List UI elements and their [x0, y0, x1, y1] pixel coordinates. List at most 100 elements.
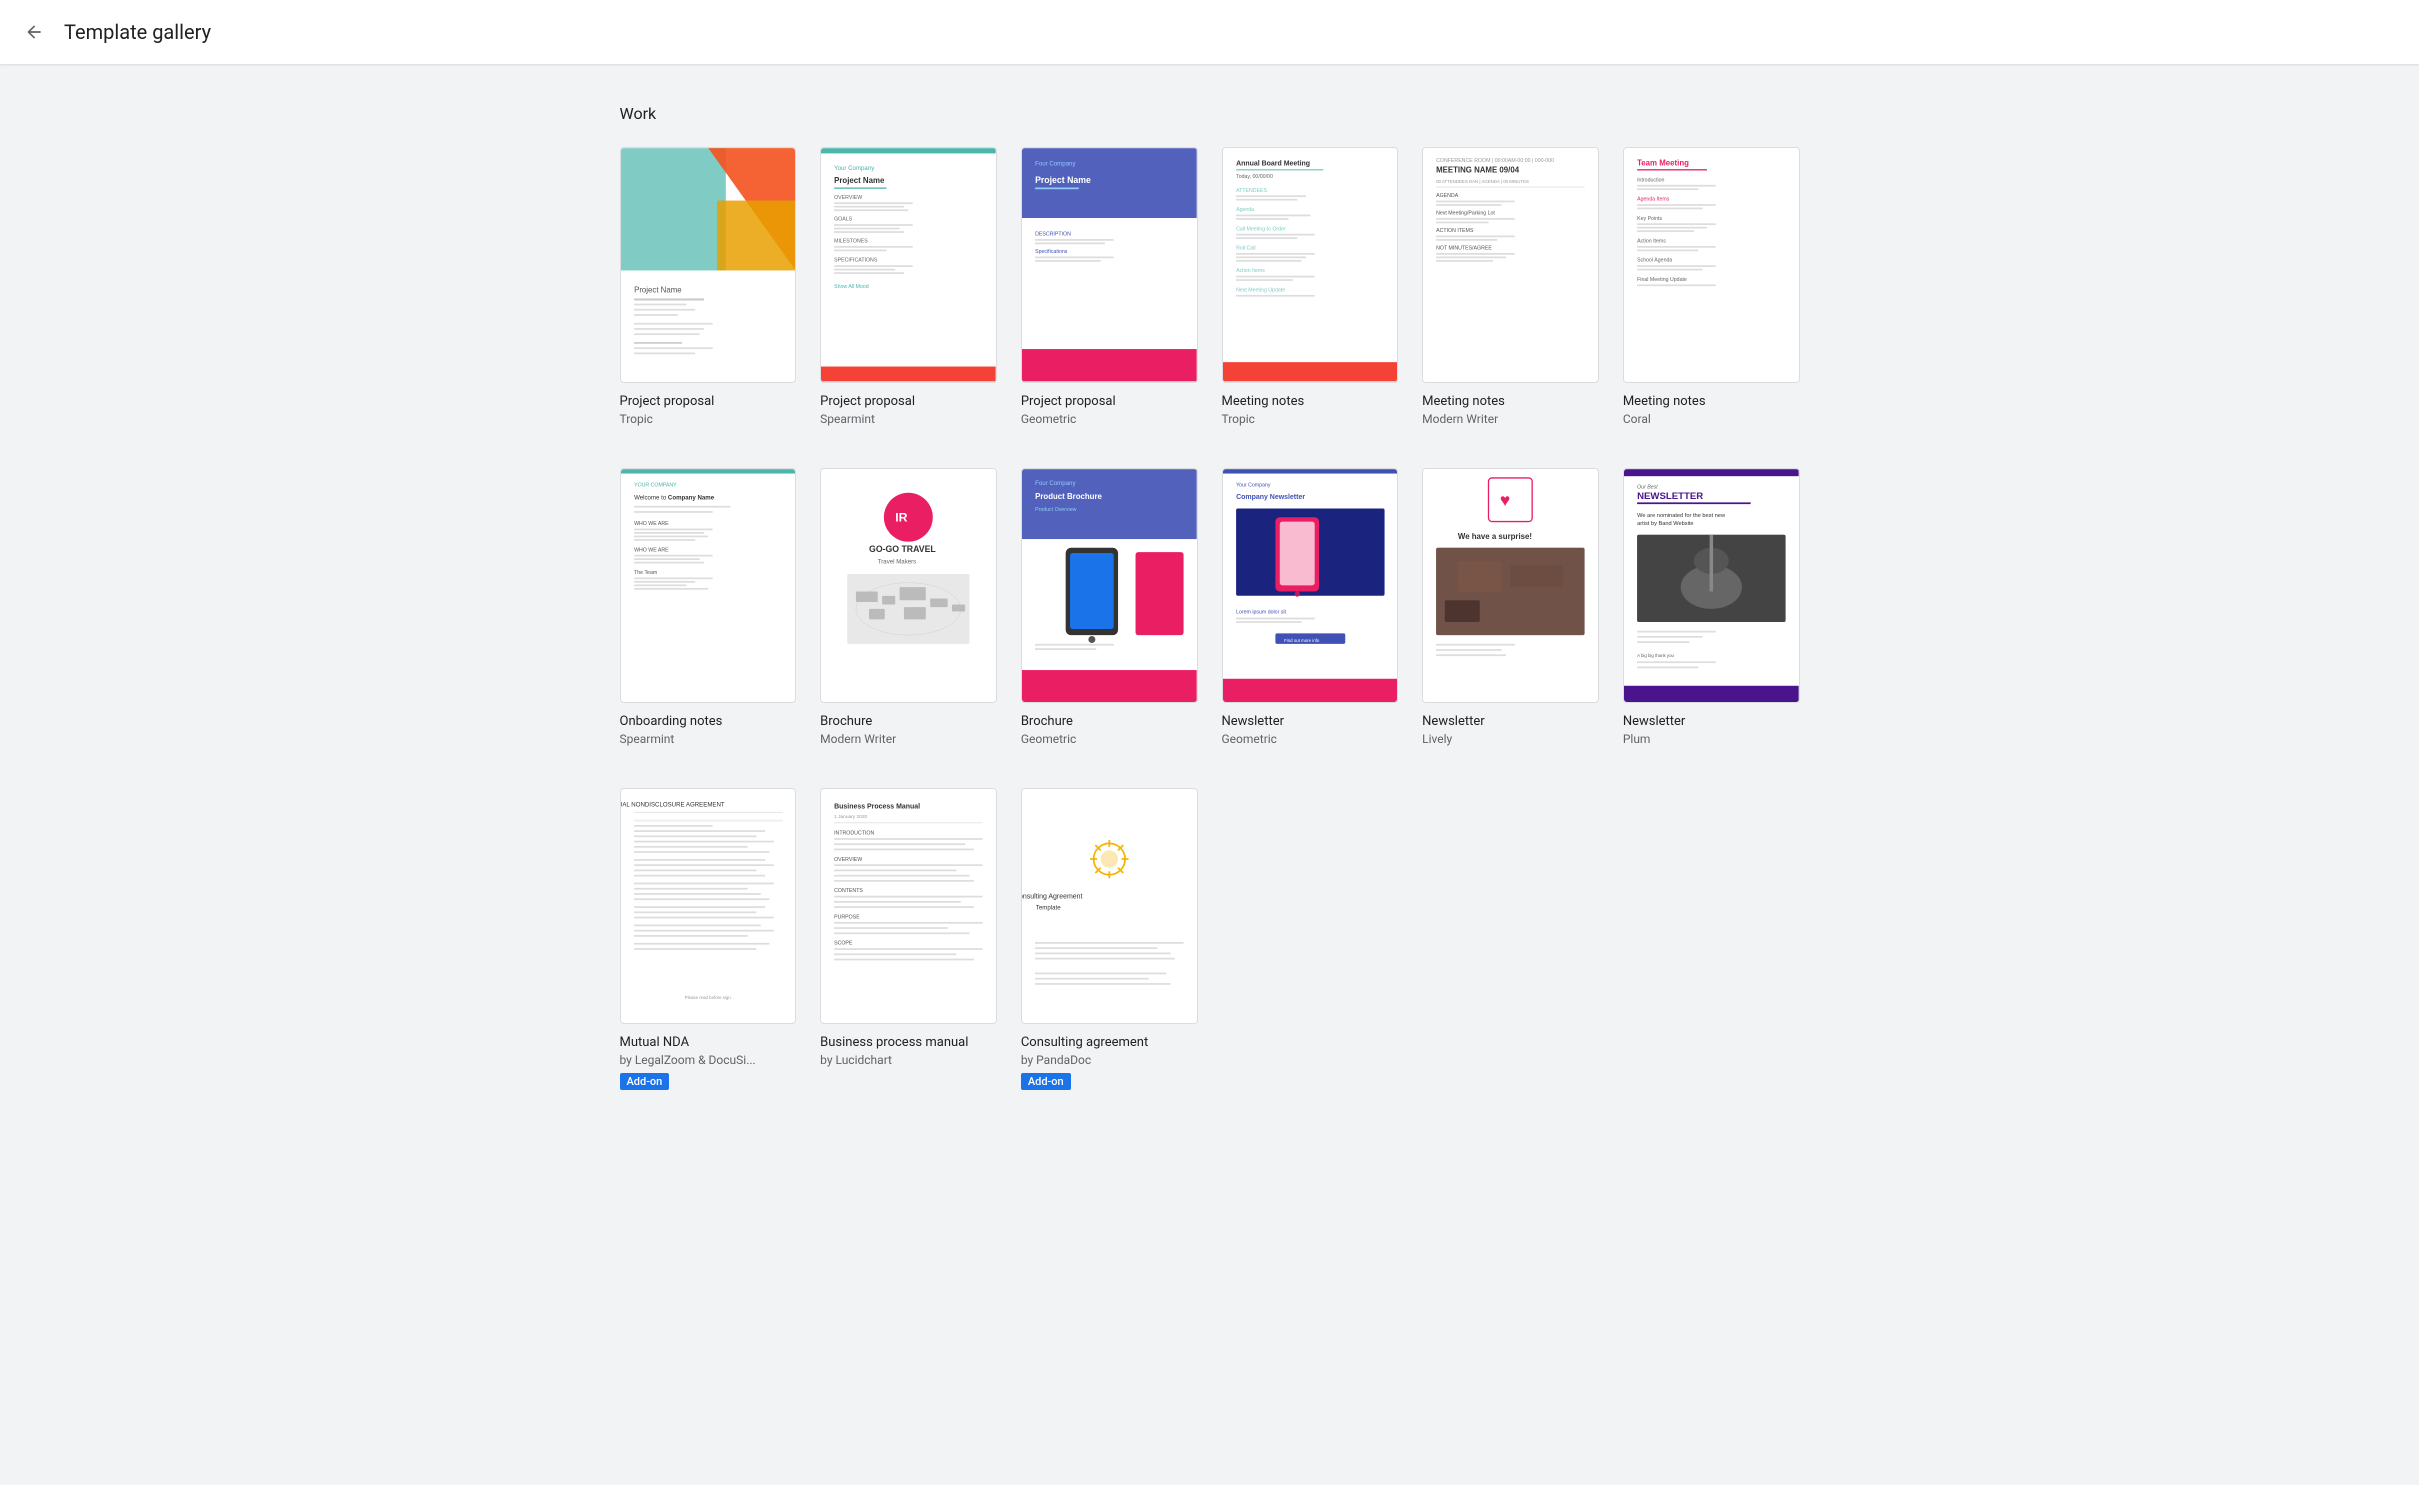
- grid-empty-slot: [1222, 788, 1399, 1090]
- svg-text:00 ATTENDEES DAN | AGENDA | 00: 00 ATTENDEES DAN | AGENDA | 00 MINUTES: [1436, 179, 1529, 184]
- svg-text:Key Points: Key Points: [1637, 216, 1662, 222]
- svg-text:Roll Call: Roll Call: [1236, 245, 1255, 251]
- svg-text:MEETING NAME 09/04: MEETING NAME 09/04: [1436, 166, 1520, 175]
- template-card-onboarding-spearmint[interactable]: YOUR COMPANY Welcome to Company Name WHO…: [620, 468, 797, 749]
- svg-text:AGENDA: AGENDA: [1436, 193, 1459, 199]
- svg-text:PURPOSE: PURPOSE: [834, 915, 860, 921]
- template-card-project-proposal-geometric[interactable]: Four Company Project Name DESCRIPTION Sp…: [1021, 147, 1198, 428]
- section-title: Work: [620, 104, 1800, 123]
- template-card-brochure-geometric[interactable]: Four Company Product Brochure Product Ov…: [1021, 468, 1198, 749]
- template-sublabel: by PandaDoc: [1021, 1052, 1198, 1069]
- work-section: Work Project Name: [620, 104, 1800, 1090]
- template-thumbnail: Four Company Project Name DESCRIPTION Sp…: [1021, 147, 1198, 383]
- template-sublabel: Tropic: [1222, 411, 1399, 428]
- template-label: Brochure: [820, 713, 997, 731]
- svg-text:Your Company: Your Company: [1236, 482, 1271, 488]
- template-thumbnail: Your Company Project Name OVERVIEW GOALS…: [820, 147, 997, 383]
- svg-text:Please read before sign.: Please read before sign.: [684, 995, 731, 1000]
- svg-text:Your Company: Your Company: [834, 165, 875, 172]
- page-header: Template gallery: [0, 0, 2419, 64]
- svg-text:NEWSLETTER: NEWSLETTER: [1637, 490, 1703, 501]
- svg-text:The Team: The Team: [634, 570, 657, 576]
- template-label: Newsletter: [1422, 713, 1599, 731]
- svg-text:IR: IR: [895, 510, 907, 524]
- svg-text:GO-GO TRAVEL: GO-GO TRAVEL: [869, 544, 936, 554]
- svg-text:We are nominated for the best: We are nominated for the best new: [1637, 513, 1726, 519]
- back-button[interactable]: [16, 14, 52, 50]
- template-label: Meeting notes: [1623, 393, 1800, 411]
- template-thumbnail: Annual Board Meeting Today, 00/00/00 ATT…: [1222, 147, 1399, 383]
- grid-empty-slot: [1623, 788, 1800, 1090]
- svg-text:Company Newsletter: Company Newsletter: [1236, 493, 1305, 500]
- template-thumbnail: Business Process Manual 1 January 2020 I…: [820, 788, 997, 1024]
- svg-text:Product Overview: Product Overview: [1035, 507, 1077, 513]
- template-label: Project proposal: [820, 393, 997, 411]
- template-thumbnail: Our Best NEWSLETTER We are nominated for…: [1623, 468, 1800, 704]
- svg-text:Project Name: Project Name: [634, 285, 682, 294]
- template-sublabel: by LegalZoom & DocuSi...: [620, 1052, 797, 1069]
- template-sublabel: Modern Writer: [1422, 411, 1599, 428]
- template-label: Project proposal: [1021, 393, 1198, 411]
- template-thumbnail: Team Meeting Introduction Agenda Items K…: [1623, 147, 1800, 383]
- svg-text:Consulting Agreement: Consulting Agreement: [1022, 893, 1083, 900]
- svg-text:Next Meeting Update: Next Meeting Update: [1236, 287, 1285, 293]
- template-sublabel: Plum: [1623, 731, 1800, 748]
- svg-text:Team Meeting: Team Meeting: [1637, 159, 1689, 168]
- svg-text:CONFERENCE ROOM | 00:00AM-00:0: CONFERENCE ROOM | 00:00AM-00:00 | 000-00…: [1436, 158, 1554, 164]
- template-label: Project proposal: [620, 393, 797, 411]
- template-card-meeting-notes-tropic[interactable]: Annual Board Meeting Today, 00/00/00 ATT…: [1222, 147, 1399, 428]
- svg-text:ATTENDEES: ATTENDEES: [1236, 188, 1267, 194]
- svg-text:ACTION ITEMS: ACTION ITEMS: [1436, 228, 1474, 234]
- template-card-newsletter-geometric[interactable]: Your Company Company Newsletter Lorem ip…: [1222, 468, 1399, 749]
- svg-text:We have a surprise!: We have a surprise!: [1458, 532, 1532, 541]
- template-card-meeting-notes-coral[interactable]: Team Meeting Introduction Agenda Items K…: [1623, 147, 1800, 428]
- template-sublabel: Geometric: [1021, 411, 1198, 428]
- svg-text:Product Brochure: Product Brochure: [1035, 491, 1102, 500]
- svg-text:Our Best: Our Best: [1637, 484, 1658, 490]
- svg-text:Business Process Manual: Business Process Manual: [834, 803, 920, 810]
- template-thumbnail: YOUR COMPANY Welcome to Company Name WHO…: [620, 468, 797, 704]
- template-grid-row3: MUTUAL NONDISCLOSURE AGREEMENT: [620, 788, 1800, 1090]
- template-thumbnail: CONFERENCE ROOM | 00:00AM-00:00 | 000-00…: [1422, 147, 1599, 383]
- svg-text:Show All Mood: Show All Mood: [834, 284, 869, 290]
- addon-badge: Add-on: [620, 1073, 670, 1090]
- svg-text:artist by Band Website: artist by Band Website: [1637, 521, 1694, 527]
- template-card-meeting-notes-modern[interactable]: CONFERENCE ROOM | 00:00AM-00:00 | 000-00…: [1422, 147, 1599, 428]
- svg-text:SPECIFICATIONS: SPECIFICATIONS: [834, 258, 878, 264]
- addon-badge: Add-on: [1021, 1073, 1071, 1090]
- template-card-mutual-nda[interactable]: MUTUAL NONDISCLOSURE AGREEMENT: [620, 788, 797, 1090]
- svg-text:CONTENTS: CONTENTS: [834, 888, 863, 894]
- template-sublabel: Coral: [1623, 411, 1800, 428]
- template-card-newsletter-plum[interactable]: Our Best NEWSLETTER We are nominated for…: [1623, 468, 1800, 749]
- template-label: Consulting agreement: [1021, 1034, 1198, 1052]
- template-card-consulting-agreement[interactable]: Consulting Agreement Template Consulting…: [1021, 788, 1198, 1090]
- svg-text:Agenda Items: Agenda Items: [1637, 197, 1670, 203]
- template-thumbnail: Consulting Agreement Template: [1021, 788, 1198, 1024]
- template-thumbnail: Four Company Product Brochure Product Ov…: [1021, 468, 1198, 704]
- svg-text:WHO WE ARE: WHO WE ARE: [634, 521, 669, 527]
- svg-text:Project Name: Project Name: [1035, 175, 1091, 185]
- svg-text:OVERVIEW: OVERVIEW: [834, 195, 862, 201]
- template-card-brochure-modern[interactable]: IR GO-GO TRAVEL Travel Makers: [820, 468, 997, 749]
- svg-text:Four Company: Four Company: [1035, 161, 1076, 168]
- svg-text:Next Meeting/Parking Lot: Next Meeting/Parking Lot: [1436, 211, 1495, 217]
- svg-text:Agenda: Agenda: [1236, 207, 1254, 213]
- template-thumbnail: ♥ We have a surprise!: [1422, 468, 1599, 704]
- svg-text:NOT MINUTES/AGREE: NOT MINUTES/AGREE: [1436, 245, 1492, 251]
- template-label: Business process manual: [820, 1034, 997, 1052]
- svg-text:Find out more info: Find out more info: [1284, 638, 1320, 643]
- template-label: Mutual NDA: [620, 1034, 797, 1052]
- svg-text:MUTUAL NONDISCLOSURE AGREEMENT: MUTUAL NONDISCLOSURE AGREEMENT: [621, 802, 725, 809]
- template-card-project-proposal-tropic[interactable]: Project Name Project proposal Trop: [620, 147, 797, 428]
- svg-text:School Agenda: School Agenda: [1637, 258, 1672, 264]
- template-card-newsletter-lively[interactable]: ♥ We have a surprise! Newslett: [1422, 468, 1599, 749]
- template-thumbnail: Project Name: [620, 147, 797, 383]
- template-sublabel: Modern Writer: [820, 731, 997, 748]
- template-label: Brochure: [1021, 713, 1198, 731]
- svg-text:YOUR COMPANY: YOUR COMPANY: [634, 482, 677, 488]
- svg-text:GOALS: GOALS: [834, 217, 853, 223]
- template-card-project-proposal-spearmint[interactable]: Your Company Project Name OVERVIEW GOALS…: [820, 147, 997, 428]
- template-card-business-process-manual[interactable]: Business Process Manual 1 January 2020 I…: [820, 788, 997, 1090]
- template-thumbnail: MUTUAL NONDISCLOSURE AGREEMENT: [620, 788, 797, 1024]
- back-icon: [24, 22, 44, 42]
